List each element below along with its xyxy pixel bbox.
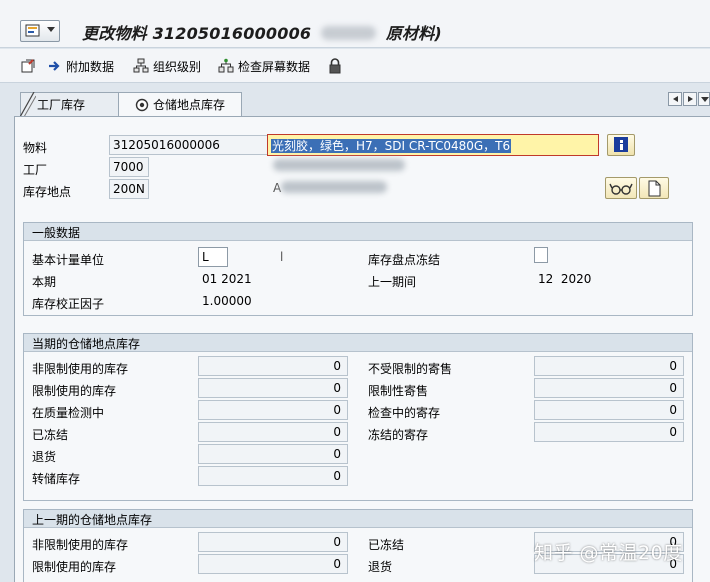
general-data-title: 一般数据	[24, 223, 692, 241]
restricted-consignment-label: 限制性寄售	[368, 384, 429, 398]
unrestricted-consignment-label: 不受限制的寄售	[368, 362, 453, 376]
transfer-stock-label: 转储库存	[32, 472, 81, 486]
general-data-group: 一般数据 基本计量单位 L l 库存盘点冻结 本期 01 2021 上一期间 1…	[23, 222, 693, 316]
tab-plant-stock[interactable]: 工厂库存	[20, 92, 124, 117]
prev-unrestricted-stock-field[interactable]: 0	[198, 532, 348, 552]
consignment-in-inspection-label: 检查中的寄存	[368, 406, 441, 420]
unrestricted-stock-label: 非限制使用的库存	[32, 362, 129, 376]
current-period-value: 01 2021	[202, 272, 252, 286]
prev-returns-label: 退货	[368, 560, 393, 574]
base-uom-label: 基本计量单位	[32, 253, 105, 267]
material-description-field[interactable]: 光刻胶，绿色，H7，SDI CR-TC0480G，T6	[267, 134, 599, 156]
tab-strip: 工厂库存 仓储地点库存	[0, 84, 710, 117]
inventory-freeze-label: 库存盘点冻结	[368, 253, 441, 267]
plant-label: 工厂	[23, 163, 48, 177]
tab-plant-stock-label: 工厂库存	[37, 98, 86, 112]
check-screen-data-button[interactable]: 检查屏幕数据	[218, 57, 310, 75]
check-screen-data-label: 检查屏幕数据	[238, 59, 311, 74]
tab-scroll-left-icon[interactable]	[668, 92, 682, 106]
info-button[interactable]	[607, 134, 635, 156]
storage-location-field[interactable]: 200N	[109, 179, 149, 199]
org-levels-label: 组织级别	[153, 59, 202, 74]
blocked-consignment-label: 冻结的寄存	[368, 428, 429, 442]
current-stock-title: 当期的仓储地点库存	[24, 334, 692, 352]
transfer-stock-field[interactable]: 0	[198, 466, 348, 486]
blocked-consignment-field[interactable]: 0	[534, 422, 684, 442]
prev-blocked-stock-label: 已冻结	[368, 538, 405, 552]
restricted-consignment-field[interactable]: 0	[534, 378, 684, 398]
current-period-label: 本期	[32, 275, 57, 289]
previous-period-value: 12 2020	[538, 272, 592, 286]
arrow-right-icon	[49, 61, 60, 71]
correction-factor-label: 库存校正因子	[32, 297, 105, 311]
title-bar: 更改物料 31205016000006 原材料)	[0, 0, 710, 48]
document-button[interactable]	[639, 177, 669, 199]
window-title: 更改物料 31205016000006 原材料)	[82, 20, 442, 44]
check-data-icon	[218, 58, 234, 73]
glasses-button[interactable]	[605, 177, 637, 199]
lock-button[interactable]	[328, 57, 342, 75]
tab-active-icon	[135, 98, 149, 111]
previous-stock-title: 上一期的仓储地点库存	[24, 510, 692, 528]
redacted-storage-description	[281, 181, 387, 193]
prev-restricted-stock-field[interactable]: 0	[198, 554, 348, 574]
tab-scroll-right-icon[interactable]	[683, 92, 697, 106]
title-suffix: 原材料)	[385, 24, 442, 43]
tab-list-menu-icon[interactable]	[698, 92, 710, 106]
system-menu-button[interactable]	[20, 20, 60, 42]
glasses-icon	[609, 183, 633, 195]
base-uom-field[interactable]: L	[198, 247, 228, 267]
document-icon	[648, 180, 661, 197]
chevron-down-icon	[47, 27, 55, 32]
storage-location-description: A	[273, 181, 282, 195]
inventory-freeze-checkbox[interactable]	[534, 247, 548, 263]
application-toolbar: 附加数据 组织级别 检查屏幕数据	[0, 49, 710, 83]
material-label: 物料	[23, 141, 48, 155]
restricted-stock-field[interactable]: 0	[198, 378, 348, 398]
lock-icon	[329, 58, 341, 74]
tab-slant-decoration	[20, 92, 36, 117]
menu-icon	[25, 24, 40, 37]
redacted-plant-description	[273, 159, 405, 171]
org-levels-button[interactable]: 组织级别	[133, 57, 201, 75]
quality-inspection-field[interactable]: 0	[198, 400, 348, 420]
previous-period-label: 上一期间	[368, 275, 417, 289]
storage-location-stock-panel: 物料 31205016000006 光刻胶，绿色，H7，SDI CR-TC048…	[14, 116, 710, 582]
unrestricted-consignment-field[interactable]: 0	[534, 356, 684, 376]
title-material-number: 31205016000006	[152, 24, 312, 43]
quality-inspection-label: 在质量检测中	[32, 406, 105, 420]
org-levels-icon	[133, 58, 149, 73]
additional-data-button[interactable]: 附加数据	[48, 57, 114, 75]
current-stock-group: 当期的仓储地点库存 非限制使用的库存 0 限制使用的库存 0 在质量检测中 0 …	[23, 333, 693, 501]
base-uom-text: l	[280, 250, 284, 264]
correction-factor-value: 1.00000	[202, 294, 252, 308]
tab-storage-location-stock-label: 仓储地点库存	[153, 98, 226, 112]
returns-label: 退货	[32, 450, 57, 464]
prev-restricted-stock-label: 限制使用的库存	[32, 560, 117, 574]
storage-location-label: 库存地点	[23, 185, 72, 199]
returns-field[interactable]: 0	[198, 444, 348, 464]
blocked-stock-label: 已冻结	[32, 428, 69, 442]
info-icon	[614, 137, 628, 152]
consignment-in-inspection-field[interactable]: 0	[534, 400, 684, 420]
prev-unrestricted-stock-label: 非限制使用的库存	[32, 538, 129, 552]
plant-field[interactable]: 7000	[109, 157, 149, 177]
redacted-area	[321, 26, 377, 40]
material-number-field[interactable]: 31205016000006	[109, 135, 269, 155]
additional-data-label: 附加数据	[66, 59, 115, 74]
material-description-text: 光刻胶，绿色，H7，SDI CR-TC0480G，T6	[271, 139, 512, 153]
display-change-icon	[21, 59, 35, 73]
unrestricted-stock-field[interactable]: 0	[198, 356, 348, 376]
toggle-display-change-button[interactable]	[20, 57, 36, 75]
title-prefix: 更改物料	[82, 24, 147, 43]
restricted-stock-label: 限制使用的库存	[32, 384, 117, 398]
blocked-stock-field[interactable]: 0	[198, 422, 348, 442]
tab-storage-location-stock[interactable]: 仓储地点库存	[118, 92, 242, 116]
watermark: 知乎 @常温20度	[534, 542, 683, 564]
